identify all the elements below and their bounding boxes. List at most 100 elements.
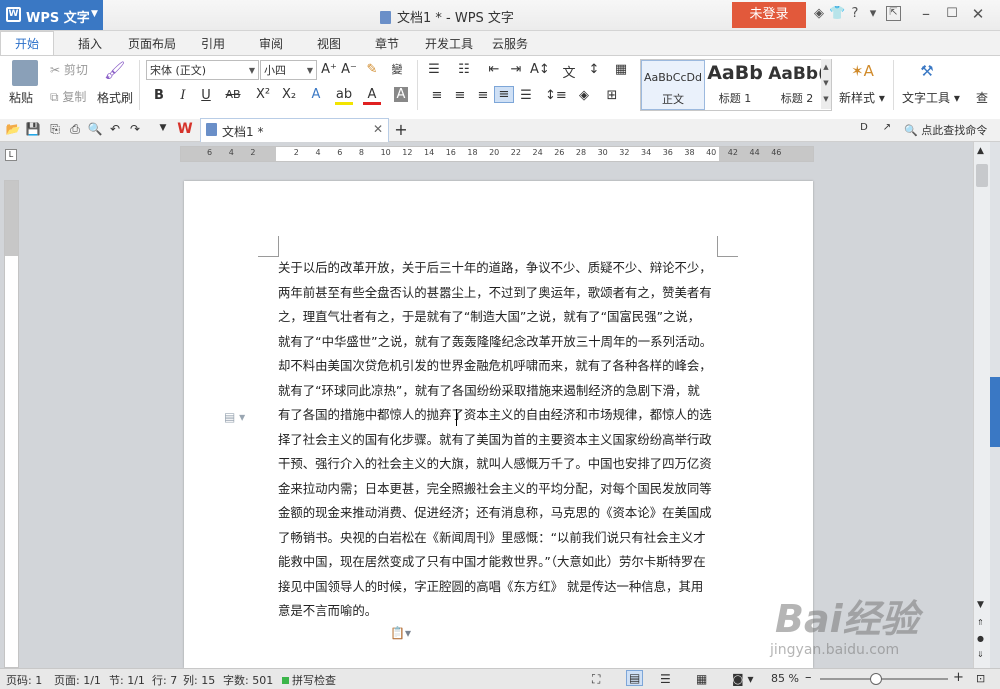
format-painter-button[interactable]: 格式刷: [97, 89, 133, 106]
grow-font-icon[interactable]: A⁺: [320, 62, 338, 77]
document-line[interactable]: 金来拉动内需；日本更甚，完全照搬社会主义的平均分配，对每个国民发放同等: [278, 477, 720, 502]
horizontal-ruler[interactable]: 6 4 2 2 4 6 8 10 12 14 16 18 20 22 24 26 28 30 32 34 36 38 40 4…: [180, 146, 814, 162]
superscript-icon[interactable]: X²: [254, 87, 272, 102]
shading-icon[interactable]: ◈: [575, 88, 593, 103]
char-spacing-icon[interactable]: A↕: [530, 62, 550, 77]
outline-view-icon[interactable]: ☰: [660, 672, 671, 686]
document-line[interactable]: 关于以后的改革开放，关于后三十年的道路，争议不少、质疑不少、辩论不少，: [278, 256, 720, 281]
zoom-in-icon[interactable]: +: [953, 670, 964, 685]
decrease-indent-icon[interactable]: ⇤: [485, 62, 503, 77]
document-line[interactable]: 却不料由美国次贷危机引发的世界金融危机呼啸而来，就有了各种各样的峰会，: [278, 354, 720, 379]
sort-icon[interactable]: ↕: [585, 62, 603, 77]
align-left-icon[interactable]: ≡: [428, 88, 446, 103]
border-icon[interactable]: ⊞: [603, 88, 621, 103]
highlight-icon[interactable]: ab: [335, 87, 353, 105]
copy-button[interactable]: ⧉ 复制: [50, 88, 86, 105]
print-icon[interactable]: ⎙: [66, 122, 84, 137]
fit-page-icon[interactable]: ⊡: [976, 672, 985, 685]
line-spacing-icon[interactable]: ↕≡: [545, 88, 567, 103]
cut-button[interactable]: ✂ 剪切: [50, 61, 88, 78]
app-menu-button[interactable]: W WPS 文字 ▼: [0, 0, 103, 30]
document-line[interactable]: 就有了“环球同此凉热”，就有了各国纷纷采取措施来遏制经济的急剧下滑，就: [278, 379, 720, 404]
align-right-icon[interactable]: ≡: [474, 88, 492, 103]
document-line[interactable]: 就有了“中华盛世”之说，就有了轰轰隆隆纪念改革开放三十周年的一系列活动。: [278, 330, 720, 355]
bold-icon[interactable]: B: [150, 88, 168, 103]
paste-icon[interactable]: [12, 60, 38, 86]
tab-stop-icon[interactable]: L: [5, 149, 17, 161]
save-icon[interactable]: 💾: [24, 122, 42, 136]
zoom-slider-thumb[interactable]: [870, 673, 882, 685]
command-search[interactable]: 🔍 点此查找命令: [904, 122, 987, 138]
document-line[interactable]: 之，理直气壮者有之，于是就有了“制造大国”之说，就有了“国富民强”之说，: [278, 305, 720, 330]
shirt-icon[interactable]: 👕: [829, 6, 845, 22]
more-button[interactable]: 查: [976, 89, 988, 106]
status-word-count[interactable]: 字数: 501: [223, 672, 273, 688]
font-size-select[interactable]: 小四 ▼: [260, 60, 317, 80]
underline-icon[interactable]: U: [197, 88, 215, 103]
italic-icon[interactable]: I: [174, 88, 192, 103]
paste-options-icon[interactable]: 📋▾: [390, 626, 411, 640]
zoom-out-icon[interactable]: –: [805, 670, 812, 685]
minimize-icon[interactable]: –: [918, 6, 934, 22]
document-line[interactable]: 两年前甚至有些全盘否认的甚嚣尘上，不过到了奥运年，歌颂者有之，赞美者有: [278, 281, 720, 306]
redo-icon[interactable]: ↷: [126, 122, 144, 136]
page-view-icon[interactable]: ▤: [626, 670, 644, 686]
numbered-list-icon[interactable]: ☷: [455, 62, 473, 77]
help-icon[interactable]: ?: [847, 6, 863, 22]
document-tab[interactable]: 文档1 * ✕: [200, 118, 389, 142]
tab-review[interactable]: 审阅: [259, 35, 283, 52]
fullscreen-icon[interactable]: ⇱: [886, 6, 901, 21]
tab-view[interactable]: 视图: [317, 35, 341, 52]
status-page-number[interactable]: 页码: 1: [6, 672, 42, 688]
export-pdf-icon[interactable]: ⎘: [46, 122, 64, 137]
distributed-icon[interactable]: ☰: [517, 88, 535, 103]
web-view-icon[interactable]: ▦: [696, 672, 707, 686]
paragraph-mark-icon[interactable]: ▤ ▾: [224, 410, 245, 424]
text-effect-icon[interactable]: A: [307, 87, 325, 102]
document-line[interactable]: 意是不言而喻的。: [278, 599, 720, 624]
tab-cloud[interactable]: 云服务: [492, 35, 528, 52]
scroll-thumb[interactable]: [976, 164, 988, 187]
tab-references[interactable]: 引用: [201, 35, 225, 52]
phonetic-icon[interactable]: 變: [388, 61, 406, 77]
new-style-button[interactable]: 新样式 ▾: [839, 89, 885, 106]
document-line[interactable]: 择了社会主义的国有化步骤。就有了美国为首的主要资本主义国家纷纷高举行政: [278, 428, 720, 453]
fullscreen-view-icon[interactable]: ⛶: [592, 672, 600, 687]
reading-mode-icon[interactable]: ◙ ▾: [732, 672, 753, 686]
zoom-slider[interactable]: [820, 673, 948, 685]
strikethrough-icon[interactable]: AB: [224, 88, 242, 101]
skin-icon[interactable]: ◈: [811, 6, 827, 22]
style-normal[interactable]: AaBbCcDd 正文: [641, 60, 705, 110]
document-line[interactable]: 能救中国，现在居然变成了只有中国才能救世界。”（大意如此）劳尔卡斯特罗在: [278, 550, 720, 575]
document-body[interactable]: 关于以后的改革开放，关于后三十年的道路，争议不少、质疑不少、辩论不少， 两年前甚至…: [278, 256, 720, 624]
font-name-select[interactable]: 宋体 (正文) ▼: [146, 60, 259, 80]
align-justify-icon[interactable]: ≡: [494, 86, 514, 103]
style-heading-2[interactable]: AaBb( 标题 2: [766, 60, 828, 108]
undo-icon[interactable]: ↶: [106, 122, 124, 136]
side-panel-toggle[interactable]: [990, 377, 1000, 447]
subscript-icon[interactable]: X₂: [280, 87, 298, 102]
chinese-layout-icon[interactable]: 文: [560, 62, 578, 81]
close-tab-icon[interactable]: ✕: [373, 122, 383, 136]
close-icon[interactable]: ✕: [970, 6, 986, 22]
document-line[interactable]: 有了各国的措施中都惊人的抛弃了资本主义的自由经济和市场规律，都惊人的选: [278, 403, 720, 428]
zoom-level[interactable]: 85 %: [771, 672, 799, 685]
tab-home[interactable]: 开始: [0, 31, 54, 57]
vertical-ruler[interactable]: [4, 180, 19, 668]
menu-down-icon[interactable]: ▾: [865, 6, 881, 22]
align-center-icon[interactable]: ≡: [451, 88, 469, 103]
style-scroll[interactable]: ▲ ▼ ▼: [821, 59, 831, 109]
char-shading-icon[interactable]: A: [394, 87, 408, 102]
clear-format-icon[interactable]: ✎: [363, 62, 381, 77]
style-heading-1[interactable]: AaBb 标题 1: [704, 60, 766, 108]
ribbon-toggle-icon[interactable]: D: [855, 122, 873, 133]
document-line[interactable]: 接见中国领导人的时候，字正腔圆的高唱《东方红》 就是传达一种信息，其用: [278, 575, 720, 600]
maximize-icon[interactable]: ☐: [944, 6, 960, 22]
tab-chapter[interactable]: 章节: [375, 35, 399, 52]
document-line[interactable]: 了畅销书。央视的白岩松在《新闻周刊》里感慨：“以前我们说只有社会主义才: [278, 526, 720, 551]
new-tab-icon[interactable]: +: [392, 120, 410, 139]
table-icon[interactable]: ▦: [612, 62, 630, 77]
text-tools-button[interactable]: 文字工具 ▾: [902, 89, 960, 106]
paste-button[interactable]: 粘贴: [9, 89, 33, 106]
document-line[interactable]: 干预、强行介入的社会主义的大旗，就叫人感慨万千了。中国也安排了四万亿资: [278, 452, 720, 477]
